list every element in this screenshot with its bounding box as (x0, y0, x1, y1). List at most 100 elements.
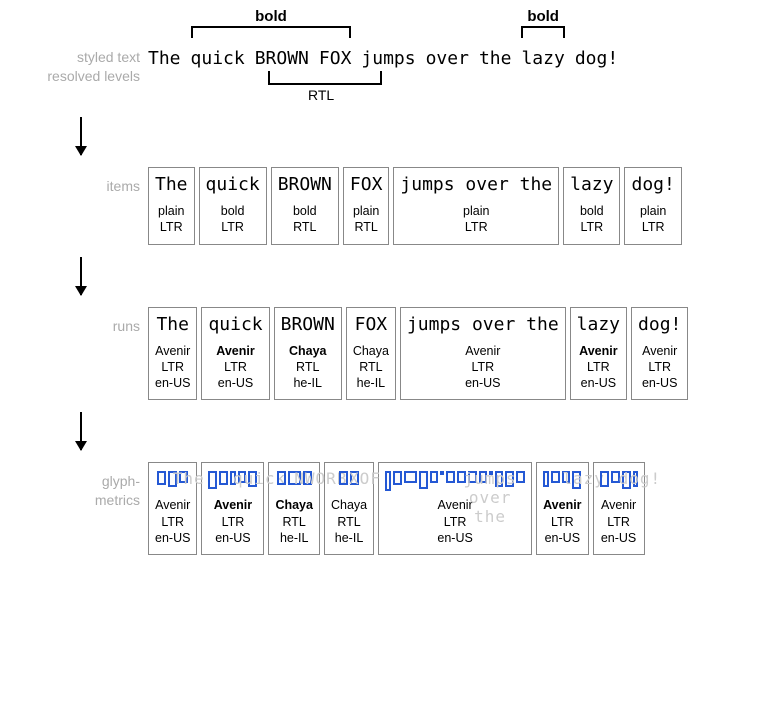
arrow-3-row (20, 406, 763, 462)
glyph-font: Avenir (155, 497, 190, 513)
glyph-rect (248, 471, 257, 487)
glyph-line-wrap: XOF (339, 469, 359, 497)
item-word: lazy (570, 174, 613, 195)
bold-label-2: bold (521, 8, 564, 25)
glyph-line (339, 471, 359, 491)
run-dir: LTR (155, 359, 190, 375)
glyph-font: Avenir (601, 497, 636, 513)
run-box-1: quickAvenirLTRen-US (201, 307, 269, 401)
label-styled: styled text resolved levels (20, 20, 148, 86)
item-box-1: quickboldLTR (199, 167, 267, 245)
glyph-font: Chaya (275, 497, 313, 513)
item-dir: LTR (640, 219, 666, 235)
item-box-0: TheplainLTR (148, 167, 195, 245)
glyph-box-1: quickAvenirLTRen-US (201, 462, 264, 555)
glyph-meta: ChayaRTLhe-IL (331, 497, 367, 546)
run-font: Avenir (216, 343, 254, 359)
glyph-rect (600, 471, 609, 487)
glyph-lang: en-US (543, 530, 581, 546)
word-fox: FOX (319, 48, 352, 69)
glyph-box-5: lazyAvenirLTRen-US (536, 462, 588, 555)
item-meta: plainLTR (640, 203, 666, 236)
glyph-font: Avenir (214, 497, 252, 513)
glyph-lang: he-IL (331, 530, 367, 546)
glyph-rect (479, 471, 487, 483)
run-dir: RTL (353, 359, 389, 375)
glyph-dir: LTR (543, 514, 581, 530)
run-word: FOX (355, 314, 388, 335)
glyph-rect (404, 471, 417, 483)
run-lang: en-US (579, 375, 617, 391)
arrow-2-row (20, 251, 763, 307)
label-items: items (20, 167, 148, 196)
run-meta: AvenirLTRen-US (216, 343, 254, 392)
glyph-lang: en-US (155, 530, 190, 546)
glyph-font: Avenir (543, 497, 581, 513)
run-meta: ChayaRTLhe-IL (353, 343, 389, 392)
item-style: plain (640, 203, 666, 219)
run-box-2: BROWN ChayaRTLhe-IL (274, 307, 342, 401)
run-font: Avenir (465, 343, 500, 359)
glyph-rect (430, 471, 438, 483)
bold-bracket-1 (191, 26, 352, 38)
row-items: items TheplainLTRquickboldLTRBROWNboldRT… (20, 167, 763, 245)
item-style: plain (463, 203, 489, 219)
glyph-rect (277, 471, 286, 485)
item-meta: plainLTR (158, 203, 184, 236)
glyph-rect (168, 471, 177, 487)
run-meta: AvenirLTRen-US (465, 343, 500, 392)
item-meta: boldLTR (221, 203, 245, 236)
run-font: Avenir (155, 343, 190, 359)
item-style: plain (353, 203, 379, 219)
label-styled-text: styled text (20, 48, 140, 67)
glyph-line-wrap: quick (208, 469, 257, 497)
run-meta: AvenirLTRen-US (155, 343, 190, 392)
run-box-6: dog!AvenirLTRen-US (631, 307, 688, 401)
glyph-lang: en-US (437, 530, 472, 546)
glyph-meta: ChayaRTLhe-IL (275, 497, 313, 546)
glyph-line (385, 471, 525, 491)
item-dir: LTR (580, 219, 604, 235)
run-word: BROWN (281, 314, 335, 335)
arrow-1-row (20, 111, 763, 167)
glyph-rect (238, 471, 246, 483)
glyph-font: Chaya (331, 497, 367, 513)
run-dir: RTL (289, 359, 327, 375)
glyph-rect (457, 471, 466, 483)
run-font: Avenir (642, 343, 677, 359)
glyph-dir: LTR (601, 514, 636, 530)
glyph-rect (543, 471, 549, 487)
item-dir: RTL (353, 219, 379, 235)
run-box-4: jumps over theAvenirLTRen-US (400, 307, 566, 401)
glyph-dir: RTL (331, 514, 367, 530)
glyph-rect (339, 471, 348, 485)
glyph-box-2: NWORBChayaRTLhe-IL (268, 462, 320, 555)
glyph-rect (611, 471, 620, 483)
items-boxes: TheplainLTRquickboldLTRBROWNboldRTLFOXpl… (148, 167, 763, 245)
word-the: The (148, 48, 181, 69)
glyph-lang: he-IL (275, 530, 313, 546)
run-meta: ChayaRTLhe-IL (289, 343, 327, 392)
glyph-rect (489, 471, 493, 475)
glyph-rect (219, 471, 228, 485)
run-lang: en-US (642, 375, 677, 391)
glyph-line-wrap: The (157, 469, 188, 497)
glyph-rect (562, 471, 570, 483)
item-style: bold (580, 203, 604, 219)
glyph-box-4: jumps over theAvenirLTRen-US (378, 462, 532, 555)
label-glyph: glyph- metrics (20, 462, 148, 510)
glyph-line-wrap: lazy (543, 469, 581, 497)
styled-line: The quick BROWN FOX bold jumps over the … (148, 20, 763, 69)
item-dir: LTR (463, 219, 489, 235)
glyph-meta: AvenirLTRen-US (214, 497, 252, 546)
run-meta: AvenirLTRen-US (579, 343, 617, 392)
glyph-lang: en-US (214, 530, 252, 546)
glyph-lang: en-US (601, 530, 636, 546)
glyph-font: Avenir (437, 497, 472, 513)
item-meta: plainLTR (463, 203, 489, 236)
run-dir: LTR (216, 359, 254, 375)
glyph-line (600, 471, 638, 491)
item-style: bold (221, 203, 245, 219)
item-dir: LTR (221, 219, 245, 235)
glyph-rect (157, 471, 166, 485)
